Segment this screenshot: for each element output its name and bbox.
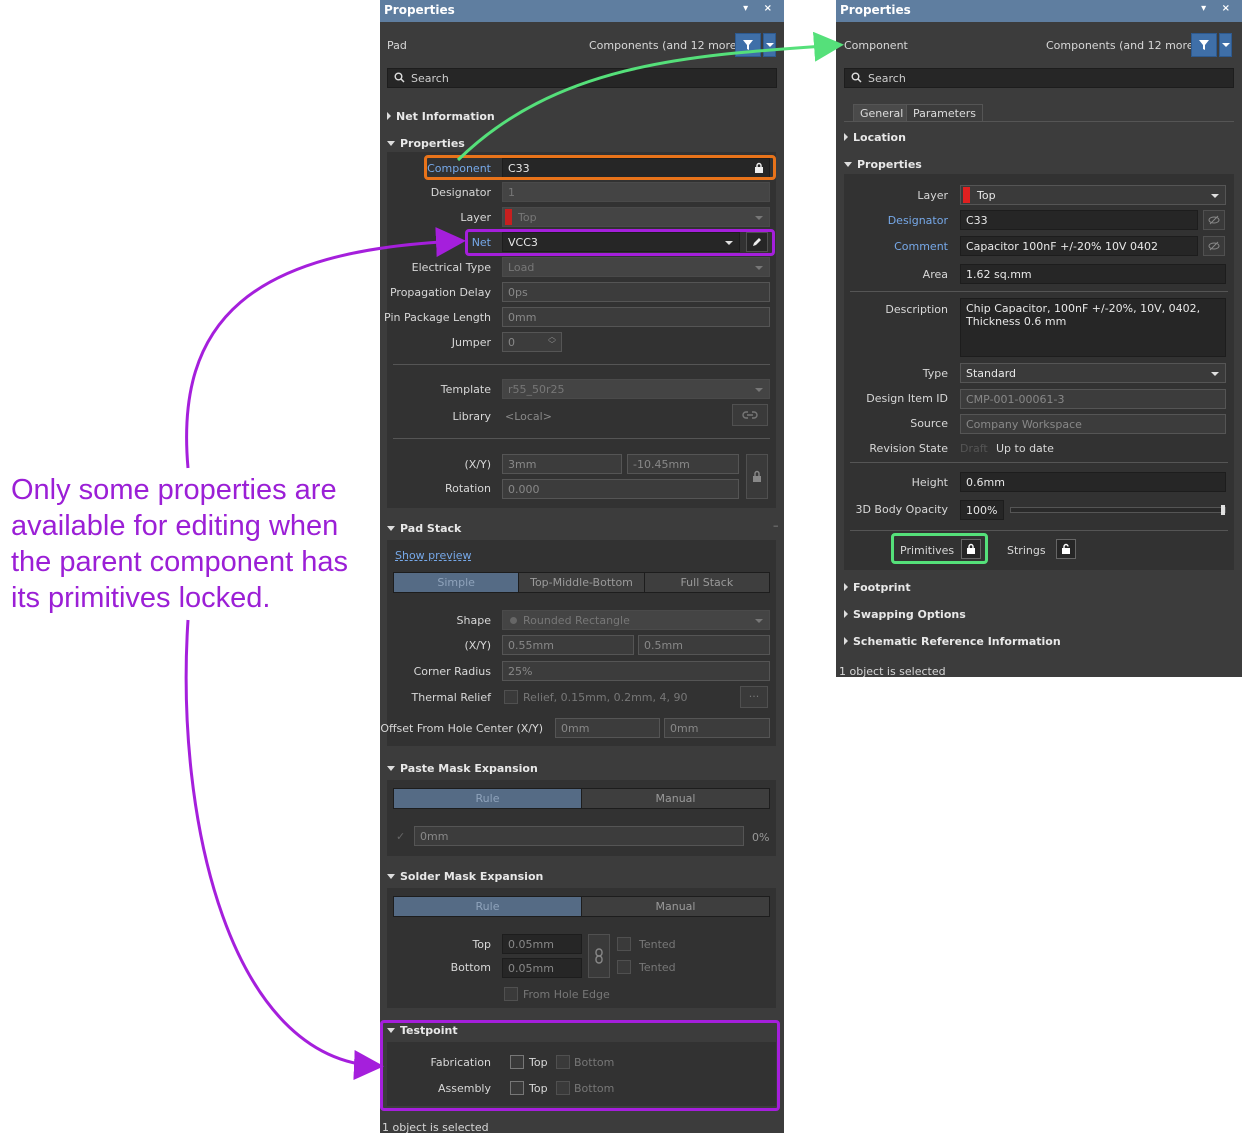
arrow-to-net [185, 227, 466, 469]
annotation-arrows [184, 31, 844, 1080]
arrow-to-component [456, 31, 844, 162]
arrow-to-testpoint [184, 619, 384, 1080]
